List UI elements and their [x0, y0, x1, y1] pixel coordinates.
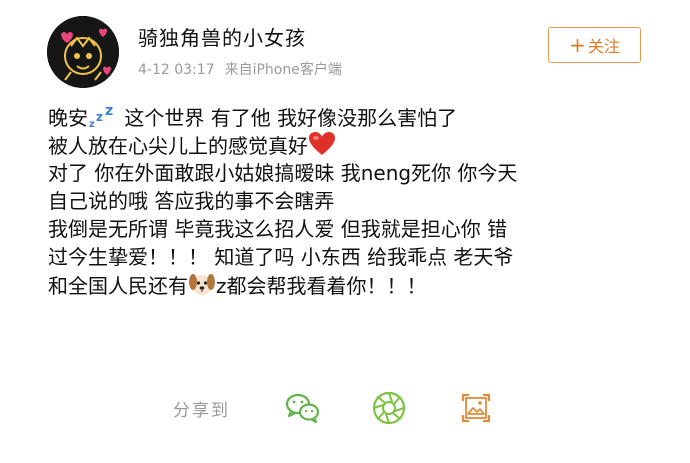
follow-button[interactable]: + 关注 — [548, 27, 641, 63]
avatar[interactable] — [47, 16, 119, 88]
post-meta: 4-12 03:17 来自iPhone客户端 — [138, 59, 342, 79]
post-line: 晚安 z z z 这个世界 有了他 我好像没那么害怕了 — [48, 103, 648, 131]
dog-face-emoji — [188, 271, 216, 304]
screenshot-share-icon[interactable] — [456, 388, 496, 428]
avatar-image — [47, 16, 119, 88]
post-text: 被人放在心尖儿上的感觉真好 — [48, 134, 308, 158]
post-source: 来自iPhone客户端 — [224, 62, 342, 78]
post-line: 我倒是无所谓 毕竟我这么招人爱 但我就是担心你 错 — [48, 215, 648, 243]
share-label: 分享到 — [173, 401, 230, 421]
moments-icon[interactable] — [369, 388, 409, 428]
wechat-icon[interactable] — [283, 388, 323, 428]
svg-text:z: z — [105, 103, 113, 119]
username[interactable]: 骑独角兽的小女孩 — [138, 22, 306, 51]
post-text: 晚安 — [48, 106, 88, 130]
post-line: 被人放在心尖儿上的感觉真好 — [48, 131, 648, 159]
post-line: 自己说的哦 答应我的事不会瞎弄 — [48, 187, 648, 215]
post-text: 对了 你在外面敢跟小姑娘搞暧昧 我neng死你 你今天 — [48, 161, 518, 185]
post-text: 这个世界 有了他 我好像没那么害怕了 — [118, 106, 458, 130]
svg-text:z: z — [89, 119, 95, 129]
post-text: 我倒是无所谓 毕竟我这么招人爱 但我就是担心你 错 — [48, 217, 508, 241]
post-text: 过今生挚爱！！！ 知道了吗 小东西 给我乖点 老天爷 — [48, 245, 514, 269]
post-content: 晚安 z z z 这个世界 有了他 我好像没那么害怕了 被人放在心尖儿上的感觉真… — [48, 103, 648, 299]
post-line: 对了 你在外面敢跟小姑娘搞暧昧 我neng死你 你今天 — [48, 159, 648, 187]
post-date: 4-12 03:17 — [138, 62, 215, 78]
share-bar: 分享到 — [173, 388, 513, 428]
follow-label: 关注 — [587, 37, 620, 56]
plus-icon: + — [569, 33, 586, 57]
post-line: 过今生挚爱！！！ 知道了吗 小东西 给我乖点 老天爷 — [48, 243, 648, 271]
post-text: 自己说的哦 答应我的事不会瞎弄 — [48, 189, 335, 213]
post-text: 和全国人民还有 — [48, 274, 188, 298]
post-text: z都会帮我看着你！！！ — [216, 274, 427, 298]
svg-text:z: z — [96, 110, 103, 124]
post-line: 和全国人民还有 z都会帮我看着你！！！ — [48, 271, 648, 299]
